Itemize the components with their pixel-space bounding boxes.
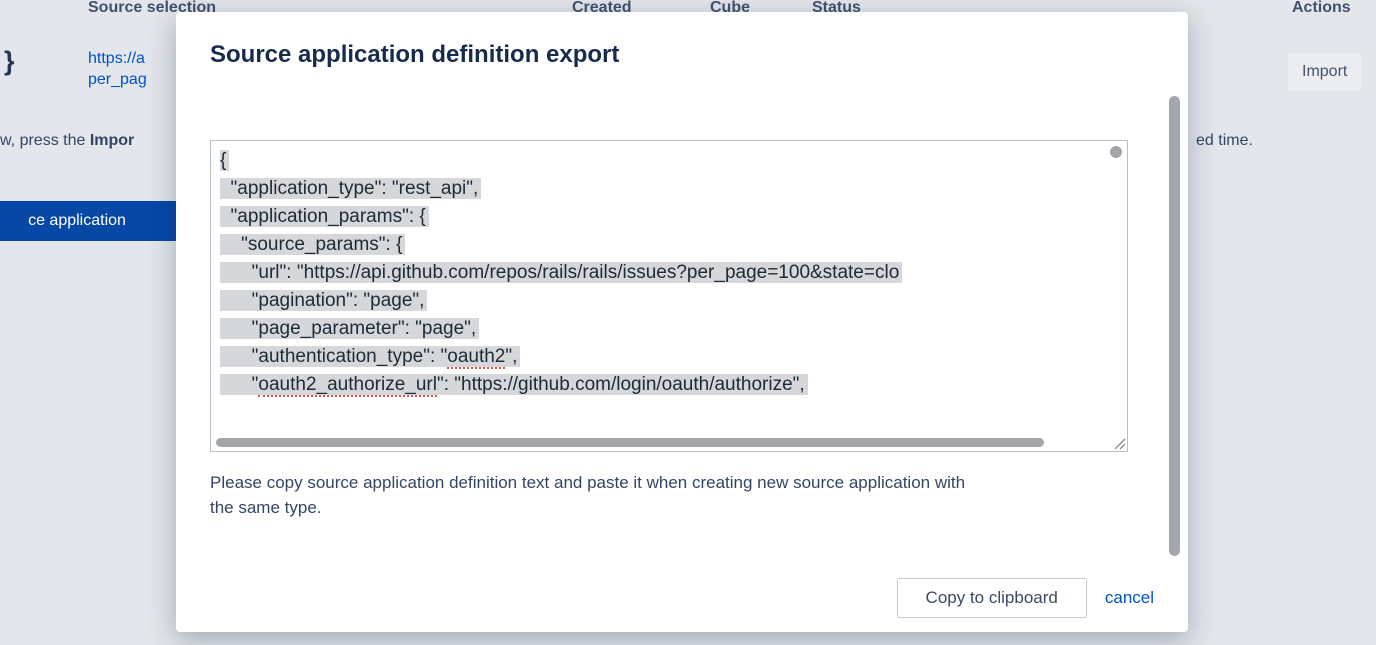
hint-text-right: ed time. <box>1196 132 1253 150</box>
source-export-modal: Source application definition export { "… <box>176 12 1188 632</box>
textarea-horizontal-scrollbar[interactable] <box>216 438 1044 447</box>
cancel-link[interactable]: cancel <box>1105 588 1154 608</box>
hint-text-left-normal: w, press the <box>0 132 90 149</box>
hint-text-left: w, press the Impor <box>0 132 134 150</box>
definition-textarea[interactable]: { "application_type": "rest_api", "appli… <box>210 140 1128 452</box>
create-source-application-button[interactable]: ce application <box>0 201 178 241</box>
resize-handle-icon[interactable] <box>1113 437 1126 450</box>
source-url-line2: per_pag <box>88 69 147 90</box>
import-button[interactable]: Import <box>1288 53 1361 91</box>
modal-help-text: Please copy source application definitio… <box>210 470 990 520</box>
definition-json-text: { "application_type": "rest_api", "appli… <box>220 147 1105 435</box>
modal-footer: Copy to clipboard cancel <box>897 578 1154 618</box>
hint-text-left-bold: Impor <box>90 132 134 149</box>
copy-to-clipboard-button[interactable]: Copy to clipboard <box>897 578 1087 618</box>
source-url-link[interactable]: https://a per_pag <box>88 48 147 90</box>
column-header-actions: Actions <box>1292 0 1351 15</box>
source-url-line1: https://a <box>88 48 147 69</box>
modal-scrollbar[interactable] <box>1169 96 1180 556</box>
json-type-icon: } <box>4 46 15 77</box>
textarea-vertical-scrollbar[interactable] <box>1110 146 1122 158</box>
modal-title: Source application definition export <box>210 40 619 70</box>
